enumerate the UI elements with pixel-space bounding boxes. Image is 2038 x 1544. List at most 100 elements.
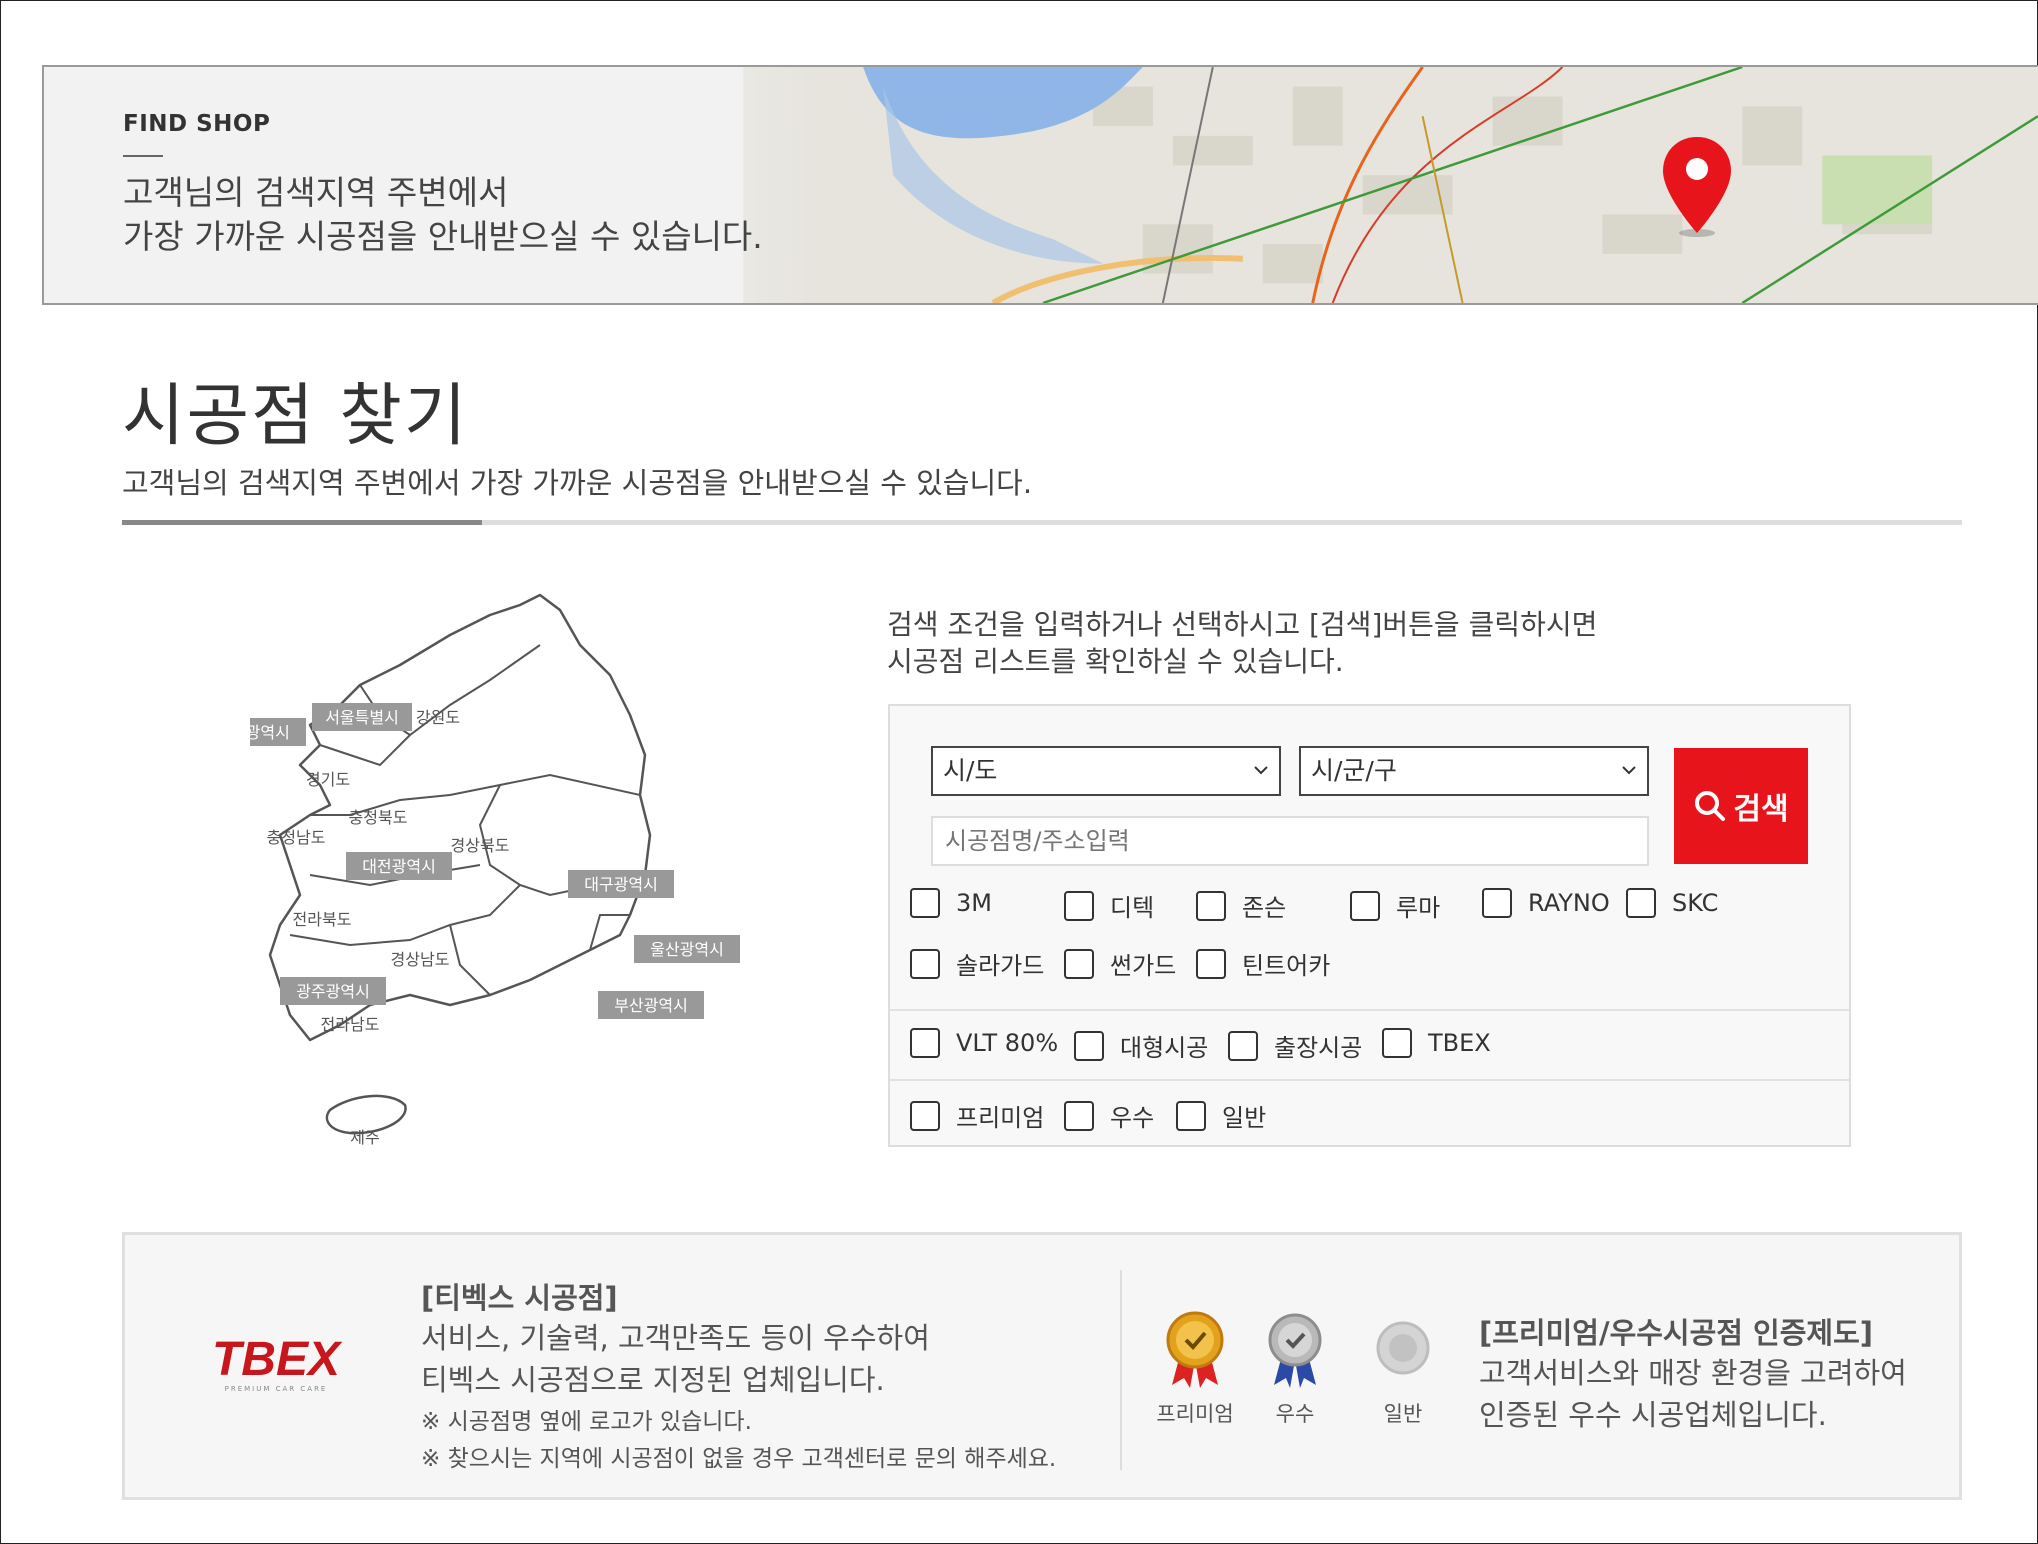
sido-select[interactable]: 시/도 <box>931 746 1281 796</box>
service-checkbox-tbex[interactable]: TBEX <box>1382 1028 1491 1058</box>
region-gyeongbuk[interactable]: 경상북도 <box>451 836 510 855</box>
checkbox-label: 루마 <box>1396 894 1441 922</box>
general-badge-icon <box>1376 1321 1430 1375</box>
region-jeju[interactable]: 제주 <box>350 1128 379 1147</box>
certification-heading: [프리미엄/우수시공점 인증제도] <box>1479 1316 1874 1350</box>
search-instructions: 검색 조건을 입력하거나 선택하시고 [검색]버튼을 클릭하시면 시공점 리스트… <box>887 606 1597 680</box>
brand-checkbox-solargard[interactable]: 솔라가드 <box>910 946 1044 981</box>
sigungu-select-value: 시/군/구 <box>1311 756 1397 785</box>
checkbox[interactable] <box>1350 890 1380 921</box>
checkbox[interactable] <box>1064 1100 1094 1131</box>
region-daegu[interactable]: 대구광역시 <box>584 875 658 894</box>
banner-line: 고객님의 검색지역 주변에서 <box>123 173 509 212</box>
checkbox[interactable] <box>1196 948 1226 979</box>
search-button[interactable]: 검색 <box>1674 748 1808 864</box>
checkbox[interactable] <box>1074 1030 1104 1061</box>
premium-medal: 프리미엄 <box>1155 1310 1235 1428</box>
checkbox-label: 프리미엄 <box>956 1104 1045 1132</box>
tbex-description-line: 티벡스 시공점으로 지정된 업체입니다. <box>421 1363 885 1397</box>
checkbox[interactable] <box>1196 890 1226 921</box>
certification-description-line: 고객서비스와 매장 환경을 고려하여 <box>1479 1356 1907 1390</box>
checkbox-label: TBEX <box>1428 1029 1491 1057</box>
brand-checkbox-3m[interactable]: 3M <box>910 888 992 918</box>
checkbox-label: 우수 <box>1110 1104 1155 1132</box>
search-button-label: 검색 <box>1733 792 1789 827</box>
checkbox[interactable] <box>910 948 940 979</box>
banner-divider <box>123 155 163 157</box>
certification-description-line: 인증된 우수 시공업체입니다. <box>1479 1398 1827 1432</box>
region-chungbuk[interactable]: 충청북도 <box>349 808 408 827</box>
checkbox-label: 일반 <box>1222 1104 1267 1132</box>
checkbox[interactable] <box>1176 1100 1206 1131</box>
tbex-heading: [티벡스 시공점] <box>421 1281 618 1315</box>
region-gwangju[interactable]: 광주광역시 <box>296 982 370 1001</box>
page-subtitle: 고객님의 검색지역 주변에서 가장 가까운 시공점을 안내받으실 수 있습니다. <box>122 466 1033 500</box>
region-seoul[interactable]: 서울특별시 <box>325 708 399 727</box>
region-gyeonggi[interactable]: 경기도 <box>306 770 350 789</box>
checkbox[interactable] <box>1228 1030 1258 1061</box>
brand-checkbox-ditek[interactable]: 디텍 <box>1064 888 1154 923</box>
checkbox-label: 대형시공 <box>1120 1034 1209 1062</box>
info-divider <box>1120 1270 1122 1470</box>
gold-medal-icon <box>1166 1311 1224 1388</box>
medal-label: 프리미엄 <box>1156 1402 1234 1426</box>
checkbox-label: 존슨 <box>1242 894 1287 922</box>
brand-checkbox-johnson[interactable]: 존슨 <box>1196 888 1286 923</box>
brand-checkbox-sungard[interactable]: 썬가드 <box>1064 946 1176 981</box>
checkbox[interactable] <box>910 1028 940 1058</box>
region-gyeongnam[interactable]: 경상남도 <box>391 950 450 969</box>
checkbox-label: RAYNO <box>1528 889 1610 917</box>
page-title: 시공점 찾기 <box>122 377 469 456</box>
checkbox[interactable] <box>1064 890 1094 921</box>
region-jeonnam[interactable]: 전라남도 <box>321 1015 380 1034</box>
checkbox[interactable] <box>1064 948 1094 979</box>
checkbox-label: SKC <box>1672 889 1719 917</box>
checkbox[interactable] <box>1626 888 1656 918</box>
find-shop-banner: FIND SHOP 고객님의 검색지역 주변에서 가장 가까운 시공점을 안내받… <box>42 65 2038 305</box>
korea-region-map[interactable]: 서울특별시 강원도 인천광역시 경기도 충청북도 충청남도 경상북도 대전광역시… <box>250 585 750 1165</box>
sido-select-value: 시/도 <box>943 756 998 785</box>
region-jeonbuk[interactable]: 전라북도 <box>293 910 352 929</box>
service-checkbox-mobile-service[interactable]: 출장시공 <box>1228 1028 1362 1063</box>
region-chungnam[interactable]: 충청남도 <box>267 828 326 847</box>
grade-checkbox-premium[interactable]: 프리미엄 <box>910 1098 1044 1133</box>
banner-text: 고객님의 검색지역 주변에서 가장 가까운 시공점을 안내받으실 수 있습니다. <box>123 171 763 259</box>
general-medal: 일반 <box>1363 1310 1443 1428</box>
excellent-medal: 우수 <box>1255 1310 1335 1428</box>
tbex-logo-subtext: PREMIUM CAR CARE <box>225 1385 328 1393</box>
checkbox[interactable] <box>910 1100 940 1131</box>
location-pin-icon <box>1663 137 1731 237</box>
brand-checkbox-tintacar[interactable]: 틴트어카 <box>1196 946 1330 981</box>
checkbox-label: 3M <box>956 889 992 917</box>
tbex-description: 서비스, 기술력, 고객만족도 등이 우수하여 티벡스 시공점으로 지정된 업체… <box>421 1317 930 1401</box>
tbex-note: ※ 시공점명 옆에 로고가 있습니다. <box>421 1409 752 1435</box>
sigungu-select[interactable]: 시/군/구 <box>1299 746 1649 796</box>
banner-line: 가장 가까운 시공점을 안내받으실 수 있습니다. <box>123 217 763 256</box>
certification-description: 고객서비스와 매장 환경을 고려하여 인증된 우수 시공업체입니다. <box>1479 1352 1907 1436</box>
shop-name-address-input[interactable] <box>931 816 1649 866</box>
region-incheon[interactable]: 인천광역시 <box>250 723 290 742</box>
checkbox-label: 틴트어카 <box>1242 952 1331 980</box>
brand-checkbox-skc[interactable]: SKC <box>1626 888 1718 918</box>
checkbox[interactable] <box>1482 888 1512 918</box>
search-instruction-line: 시공점 리스트를 확인하실 수 있습니다. <box>887 645 1344 678</box>
tbex-logo-text: TBEX <box>212 1335 343 1386</box>
region-daejeon[interactable]: 대전광역시 <box>362 857 436 876</box>
checkbox[interactable] <box>1382 1028 1412 1058</box>
checkbox-label: 솔라가드 <box>956 952 1045 980</box>
search-panel: 시/도 시/군/구 검색 3M 디텍 존슨 루마 RAYNO SKC 솔라가드 … <box>888 704 1851 1147</box>
grade-checkbox-excellent[interactable]: 우수 <box>1064 1098 1154 1133</box>
region-gangwon[interactable]: 강원도 <box>416 708 460 727</box>
grade-checkbox-general[interactable]: 일반 <box>1176 1098 1266 1133</box>
region-busan[interactable]: 부산광역시 <box>614 996 688 1015</box>
service-checkbox-vlt80[interactable]: VLT 80% <box>910 1028 1058 1058</box>
chevron-down-icon <box>1254 766 1268 775</box>
service-checkbox-large-vehicle[interactable]: 대형시공 <box>1074 1028 1208 1063</box>
region-ulsan[interactable]: 울산광역시 <box>650 940 724 959</box>
brand-checkbox-luma[interactable]: 루마 <box>1350 888 1440 923</box>
medal-label: 일반 <box>1383 1402 1423 1426</box>
chevron-down-icon <box>1622 766 1636 775</box>
silver-medal-icon <box>1268 1313 1322 1388</box>
checkbox[interactable] <box>910 888 940 918</box>
brand-checkbox-rayno[interactable]: RAYNO <box>1482 888 1610 918</box>
